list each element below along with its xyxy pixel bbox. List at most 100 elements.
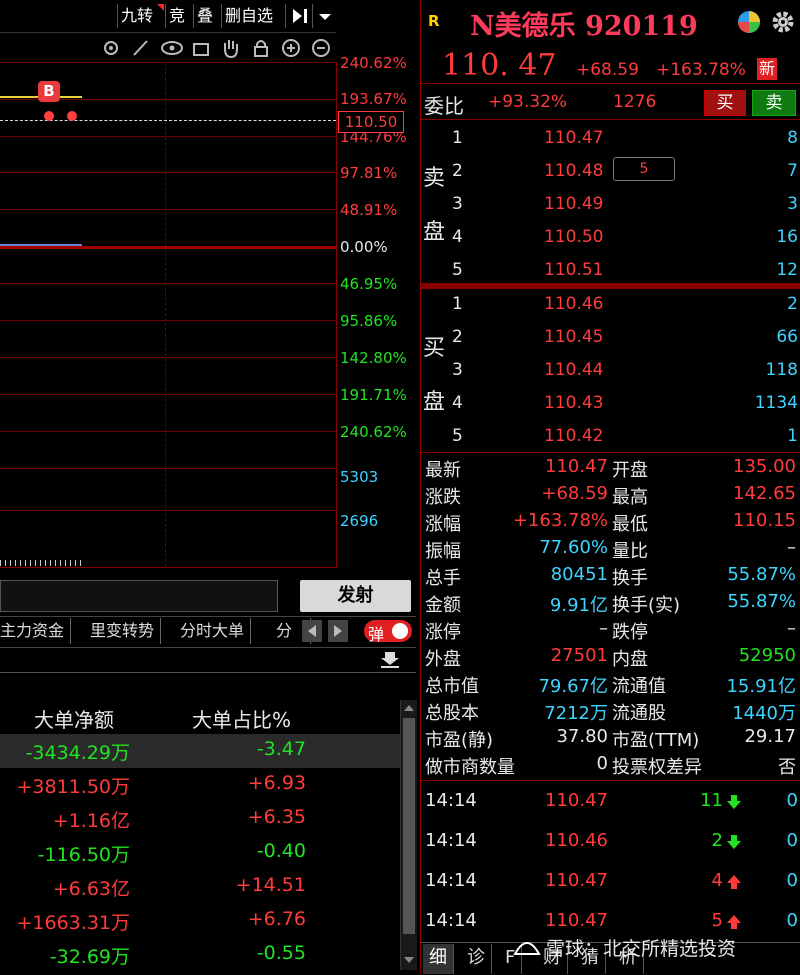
y-label: 240.62% <box>340 423 407 441</box>
buy-level-row[interactable]: 5 110.42 1 <box>450 420 800 453</box>
y-label: 97.81% <box>340 164 398 182</box>
delete-watchlist-button[interactable]: 删自选 <box>221 4 276 28</box>
tab-trend-change[interactable]: 里变转势 <box>84 618 162 644</box>
quote-value: 55.87% <box>727 564 796 585</box>
quote-label: 流通值 <box>612 676 666 697</box>
send-button[interactable]: 发射 <box>300 580 411 612</box>
y-label: 46.95% <box>340 275 398 293</box>
stock-title: N美德乐 920119 <box>470 11 698 42</box>
bottom-tab[interactable]: 诊 <box>461 944 492 974</box>
eye-icon[interactable] <box>160 37 184 59</box>
lock-icon[interactable] <box>250 37 272 59</box>
sell-side-label: 卖 <box>423 166 446 191</box>
big-order-row[interactable]: +6.63亿 +14.51 <box>0 870 400 904</box>
quote-value: 52950 <box>738 645 796 666</box>
big-order-row[interactable]: +1663.31万 +6.76 <box>0 904 400 938</box>
tick-volume: 2 <box>711 830 723 851</box>
y-label: 191.71% <box>340 386 407 404</box>
quote-value: 80451 <box>550 564 608 585</box>
danmu-label: 弹 <box>368 625 385 644</box>
quote-label: 量比 <box>612 541 648 562</box>
trade-dot <box>67 111 77 121</box>
arrow-up-icon <box>726 914 742 935</box>
big-order-row[interactable]: +3811.50万 +6.93 <box>0 768 400 802</box>
my-order-box[interactable]: 5 <box>613 157 675 181</box>
level-qty: 8 <box>787 128 798 148</box>
quote-label: 最高 <box>612 487 648 508</box>
settings-icon[interactable] <box>100 37 122 59</box>
tick-count: 0 <box>786 830 798 851</box>
level-price: 110.51 <box>544 260 604 280</box>
download-icon[interactable] <box>378 648 402 670</box>
intraday-chart[interactable] <box>0 62 337 568</box>
tick-time: 14:14 <box>425 870 477 891</box>
chart-tools-row <box>100 37 336 59</box>
buy-level-row[interactable]: 2 110.45 66 <box>450 321 800 354</box>
level-qty: 12 <box>776 260 798 280</box>
scrollbar[interactable] <box>400 700 417 970</box>
sell-level-row[interactable]: 4 110.50 16 <box>450 221 800 254</box>
quote-value: 29.17 <box>744 726 796 747</box>
big-order-net: -116.50万 <box>37 844 130 866</box>
quote-value: 110.47 <box>545 456 608 477</box>
weibi-value: +93.32% <box>488 92 568 112</box>
quote-row: 总手 80451 换手 55.87% <box>423 562 800 589</box>
scroll-right-icon[interactable] <box>328 620 348 642</box>
level-number: 3 <box>452 194 463 214</box>
buy-level-row[interactable]: 4 110.43 1134 <box>450 387 800 420</box>
sell-button[interactable]: 卖 <box>752 90 796 116</box>
quote-label: 最新 <box>425 460 461 481</box>
jiuzhuan-button[interactable]: 九转 <box>117 4 156 28</box>
quote-value: 27501 <box>550 645 608 666</box>
y-label: 240.62% <box>340 54 407 72</box>
quote-row: 最新 110.47 开盘 135.00 <box>423 454 800 481</box>
bottom-tab[interactable]: 细 <box>423 944 454 974</box>
hand-icon[interactable] <box>220 37 242 59</box>
grid-line <box>0 136 336 137</box>
big-order-row[interactable]: +1.16亿 +6.35 <box>0 802 400 836</box>
tick-volume: 4 <box>711 870 723 891</box>
die-button[interactable]: 叠 <box>193 4 216 28</box>
tick-count: 0 <box>786 870 798 891</box>
buy-level-row[interactable]: 3 110.44 118 <box>450 354 800 387</box>
quote-label: 市盈(静) <box>425 730 494 751</box>
tick-volume: 5 <box>711 910 723 931</box>
grid-line <box>0 431 336 432</box>
collapse-icon[interactable] <box>285 4 314 28</box>
grid-line <box>0 62 336 63</box>
quote-label: 振幅 <box>425 541 461 562</box>
arrow-up-icon <box>726 874 742 895</box>
big-order-row[interactable]: -32.69万 -0.55 <box>0 938 400 972</box>
jing-button[interactable]: 竞 <box>165 4 188 28</box>
quote-row: 金额 9.91亿 换手(实) 55.87% <box>423 589 800 616</box>
big-order-row[interactable]: -3434.29万 -3.47 <box>0 734 400 768</box>
gear-icon[interactable] <box>770 9 796 35</box>
buy-marker[interactable]: B <box>38 81 60 102</box>
tab-intraday-big-orders[interactable]: 分时大单 <box>174 618 252 644</box>
zoom-in-icon[interactable] <box>280 37 302 59</box>
sell-level-row[interactable]: 3 110.49 3 <box>450 188 800 221</box>
level-price: 110.45 <box>544 327 604 347</box>
y-label: 193.67% <box>340 90 407 108</box>
level-qty: 2 <box>787 294 798 314</box>
level-price: 110.50 <box>544 227 604 247</box>
buy-button[interactable]: 买 <box>704 90 746 116</box>
big-order-row[interactable]: -116.50万 -0.40 <box>0 836 400 870</box>
sell-level-row[interactable]: 1 110.47 8 <box>450 122 800 155</box>
comment-input[interactable] <box>0 580 278 612</box>
dropdown-icon[interactable] <box>312 4 337 28</box>
quote-value: 135.00 <box>733 456 796 477</box>
pie-chart-icon[interactable] <box>737 10 761 34</box>
quote-label: 总手 <box>425 568 461 589</box>
zoom-out-icon[interactable] <box>310 37 332 59</box>
danmu-toggle[interactable]: 弹 <box>364 620 412 644</box>
level-number: 2 <box>452 327 463 347</box>
buy-button-label: 买 <box>716 93 734 113</box>
scroll-left-icon[interactable] <box>302 620 322 642</box>
big-order-ratio: +14.51 <box>235 874 306 896</box>
tab-main-funds[interactable]: 主力资金 <box>0 618 72 644</box>
eraser-icon[interactable] <box>190 37 212 59</box>
scrollbar-thumb[interactable] <box>403 718 415 934</box>
buy-level-row[interactable]: 1 110.46 2 <box>450 288 800 321</box>
pen-icon[interactable] <box>130 37 152 59</box>
